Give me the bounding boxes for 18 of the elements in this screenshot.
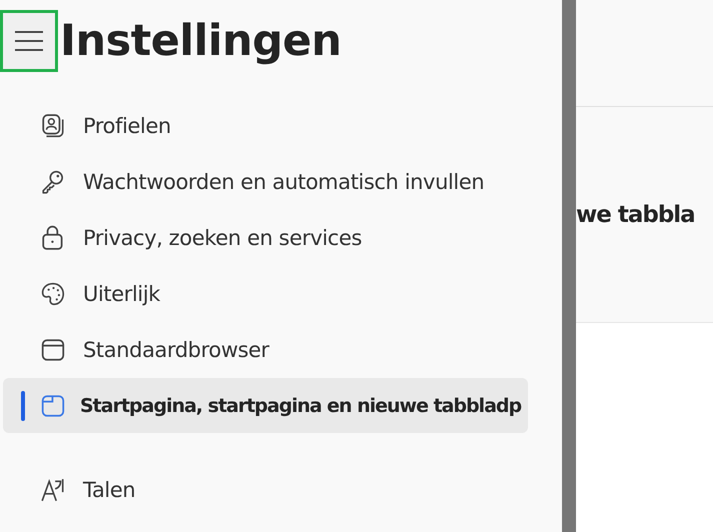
page-title: Instellingen [60, 16, 342, 66]
menu-icon [14, 30, 44, 52]
profile-icon [40, 112, 66, 138]
menu-button[interactable] [0, 10, 58, 72]
palette-icon [40, 280, 66, 306]
section-heading: we tabbla [576, 202, 695, 228]
sidebar-item[interactable]: Uiterlijk [3, 266, 528, 321]
sidebar-item[interactable]: Startpagina, startpagina en nieuwe tabbladp [3, 378, 528, 433]
sidebar-item[interactable]: Standaardbrowser [3, 322, 528, 377]
window-icon [40, 392, 66, 418]
selection-indicator [21, 391, 25, 421]
sidebar-item[interactable]: Talen [3, 462, 528, 517]
sidebar-item[interactable]: Privacy, zoeken en services [3, 210, 528, 265]
sidebar-item[interactable]: Profielen [3, 98, 528, 153]
language-icon [40, 476, 66, 502]
sidebar-item[interactable]: Wachtwoorden en automatisch invullen [3, 154, 528, 209]
key-icon [40, 168, 66, 194]
window-icon [40, 336, 66, 362]
